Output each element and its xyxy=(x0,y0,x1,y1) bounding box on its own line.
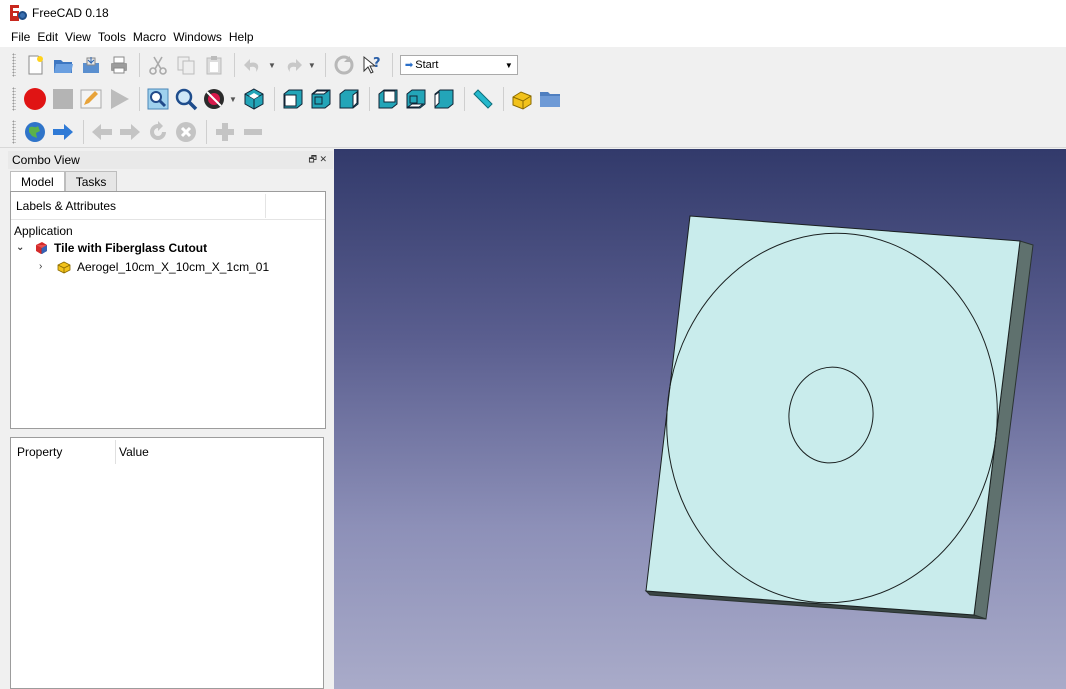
web-go-icon[interactable] xyxy=(50,119,76,145)
chevron-right-icon[interactable]: › xyxy=(39,261,51,272)
top-view-icon[interactable] xyxy=(308,86,334,112)
toolbar-separator xyxy=(234,53,235,77)
document-label: Tile with Fiberglass Cutout xyxy=(54,240,208,255)
toolbar-separator xyxy=(502,87,504,111)
menu-file[interactable]: File xyxy=(11,30,30,44)
document-icon xyxy=(36,241,47,254)
web-back-icon[interactable] xyxy=(89,119,115,145)
fit-all-icon[interactable] xyxy=(145,86,171,112)
undo-dropdown-icon[interactable]: ▼ xyxy=(268,61,276,70)
combo-view-header: Combo View 🗗 ✕ xyxy=(8,151,333,169)
isometric-view-icon[interactable] xyxy=(241,86,267,112)
tree-item-aerogel[interactable]: › Aerogel_10cm_X_10cm_X_1cm_01 xyxy=(11,257,325,276)
zoom-in-icon[interactable] xyxy=(212,119,238,145)
toolbar-separator xyxy=(463,87,465,111)
freecad-logo-icon xyxy=(10,5,27,21)
right-view-icon[interactable] xyxy=(336,86,362,112)
value-column-header[interactable]: Value xyxy=(119,445,149,459)
workbench-selector[interactable]: ➡ Start ▼ xyxy=(399,55,518,75)
model-tree[interactable]: Labels & Attributes Application ⌄ Tile w… xyxy=(10,191,326,429)
toolbar-separator xyxy=(139,53,140,77)
redo-dropdown-icon[interactable]: ▼ xyxy=(308,61,316,70)
copy-icon[interactable] xyxy=(173,52,199,78)
print-icon[interactable] xyxy=(106,52,132,78)
toolbar-separator xyxy=(83,119,84,144)
tree-root-application: Application xyxy=(14,224,73,238)
property-header: Property Value xyxy=(11,438,323,466)
toolbar-separator xyxy=(368,87,370,111)
save-icon[interactable] xyxy=(78,52,104,78)
start-arrow-icon: ➡ xyxy=(404,59,414,71)
toolbar-grip[interactable] xyxy=(12,87,16,111)
workbench-label: Start xyxy=(415,59,439,71)
part-icon[interactable] xyxy=(509,86,535,112)
toolbar-separator xyxy=(139,87,140,111)
svg-text:?: ? xyxy=(373,56,381,71)
file-edit-toolbar: ▼ ▼ ? ➡ Start ▼ xyxy=(0,48,1066,82)
refresh-icon[interactable] xyxy=(331,52,357,78)
combo-view-tabs: Model Tasks xyxy=(10,171,118,192)
macro-run-icon[interactable] xyxy=(106,86,132,112)
menu-tools[interactable]: Tools xyxy=(98,30,126,44)
new-file-icon[interactable] xyxy=(22,52,48,78)
title-bar: FreeCAD 0.18 xyxy=(0,0,1066,26)
dock-float-close-icon[interactable]: 🗗 ✕ xyxy=(309,152,328,168)
rear-view-icon[interactable] xyxy=(375,86,401,112)
menu-help[interactable]: Help xyxy=(229,30,254,44)
3d-scene[interactable] xyxy=(334,149,1066,689)
chevron-down-icon[interactable]: ⌄ xyxy=(16,242,28,253)
menu-edit[interactable]: Edit xyxy=(37,30,58,44)
paste-icon[interactable] xyxy=(201,52,227,78)
tab-model[interactable]: Model xyxy=(10,171,65,192)
macro-stop-icon[interactable] xyxy=(50,86,76,112)
tile-top-face[interactable] xyxy=(645,215,1021,616)
redo-icon[interactable] xyxy=(280,52,306,78)
chevron-down-icon: ▼ xyxy=(504,60,513,70)
property-view[interactable]: Property Value xyxy=(10,437,324,689)
property-column-header[interactable]: Property xyxy=(17,445,62,459)
measure-distance-icon[interactable] xyxy=(470,86,496,112)
menu-view[interactable]: View xyxy=(65,30,91,44)
part-label: Aerogel_10cm_X_10cm_X_1cm_01 xyxy=(77,259,270,274)
toolbar-separator xyxy=(273,87,275,111)
undo-icon[interactable] xyxy=(240,52,266,78)
menu-windows[interactable]: Windows xyxy=(173,30,222,44)
tree-item-document[interactable]: ⌄ Tile with Fiberglass Cutout xyxy=(11,238,325,257)
3d-viewport[interactable] xyxy=(334,149,1066,689)
web-refresh-icon[interactable] xyxy=(145,119,171,145)
toolbar-separator xyxy=(324,53,326,77)
menu-bar: File Edit View Tools Macro Windows Help xyxy=(0,26,1066,47)
group-icon[interactable] xyxy=(537,86,563,112)
front-view-icon[interactable] xyxy=(280,86,306,112)
cut-icon[interactable] xyxy=(145,52,171,78)
fit-selection-icon[interactable] xyxy=(173,86,199,112)
window-title: FreeCAD 0.18 xyxy=(32,6,109,20)
web-forward-icon[interactable] xyxy=(117,119,143,145)
macro-view-toolbar: ▼ xyxy=(0,82,1066,116)
web-navigation-toolbar xyxy=(0,116,1066,148)
toolbar-grip[interactable] xyxy=(12,53,16,77)
toolbar-separator xyxy=(391,53,393,77)
tree-header: Labels & Attributes xyxy=(11,192,325,220)
column-divider[interactable] xyxy=(115,440,116,464)
draw-style-dropdown-icon[interactable]: ▼ xyxy=(229,95,237,104)
web-stop-icon[interactable] xyxy=(173,119,199,145)
column-divider[interactable] xyxy=(265,194,266,218)
zoom-out-icon[interactable] xyxy=(240,119,266,145)
whats-this-icon[interactable]: ? xyxy=(359,52,385,78)
toolbar-grip[interactable] xyxy=(12,119,16,144)
tab-tasks[interactable]: Tasks xyxy=(64,171,118,191)
left-view-icon[interactable] xyxy=(431,86,457,112)
toolbar-separator xyxy=(206,119,207,144)
macro-edit-icon[interactable] xyxy=(78,86,104,112)
bottom-view-icon[interactable] xyxy=(403,86,429,112)
menu-macro[interactable]: Macro xyxy=(133,30,166,44)
web-start-icon[interactable] xyxy=(22,119,48,145)
combo-view-title: Combo View xyxy=(12,153,80,167)
macro-record-icon[interactable] xyxy=(22,86,48,112)
tree-header-label: Labels & Attributes xyxy=(16,198,117,213)
open-file-icon[interactable] xyxy=(50,52,76,78)
part-feature-icon xyxy=(57,261,71,273)
draw-style-icon[interactable] xyxy=(201,86,227,112)
